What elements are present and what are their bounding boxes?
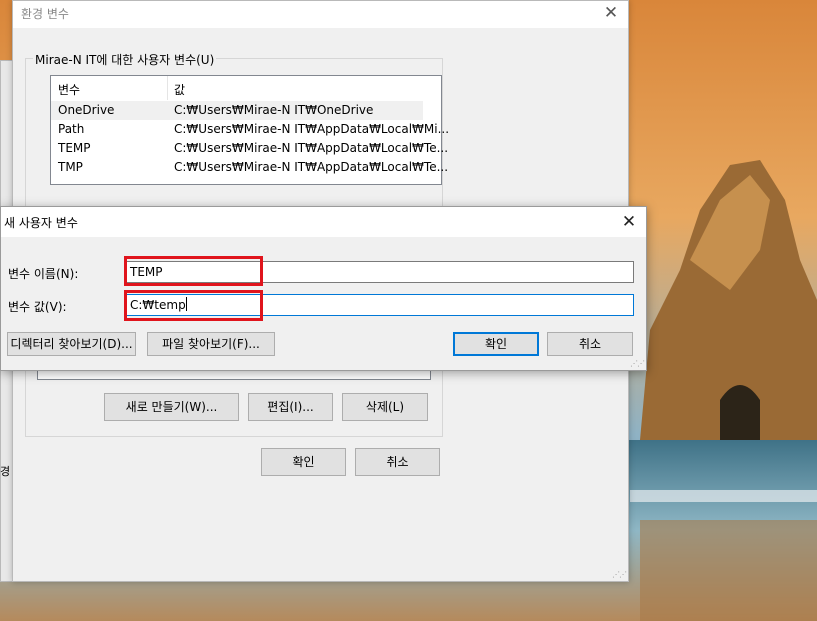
table-row[interactable]: TEMP C:₩Users₩Mirae-N IT₩AppData₩Local₩T…	[51, 139, 448, 158]
cancel-button[interactable]: 취소	[547, 332, 633, 356]
ok-button[interactable]: 확인	[261, 448, 346, 476]
value-highlight-box	[124, 290, 263, 321]
column-header-variable[interactable]: 변수	[58, 81, 80, 98]
title-bar: 새 사용자 변수 ✕	[1, 207, 646, 237]
window-title: 환경 변수	[21, 7, 69, 21]
name-highlight-box	[124, 256, 263, 286]
delete-variable-button[interactable]: 삭제(L)	[342, 393, 428, 421]
row-value: C:₩Users₩Mirae-N IT₩OneDrive	[174, 103, 374, 117]
background-window-edge-text: 경	[0, 465, 11, 478]
row-name: TMP	[58, 160, 83, 174]
resize-grip-icon[interactable]: ⋰⋰	[612, 570, 627, 579]
row-value: C:₩Users₩Mirae-N IT₩AppData₩Local₩Te...	[174, 141, 449, 155]
browse-file-button[interactable]: 파일 찾아보기(F)...	[147, 332, 275, 356]
new-user-variable-dialog: 새 사용자 변수 ✕ 변수 이름(N): TEMP 변수 값(V): C:₩te…	[0, 206, 647, 371]
browse-directory-button[interactable]: 디렉터리 찾아보기(D)...	[7, 332, 136, 356]
row-value: C:₩Users₩Mirae-N IT₩AppData₩Local₩Te...	[174, 160, 449, 174]
ok-button[interactable]: 확인	[453, 332, 539, 356]
resize-grip-icon[interactable]: ⋰⋰	[630, 359, 645, 368]
row-name: OneDrive	[58, 103, 115, 117]
row-value: C:₩Users₩Mirae-N IT₩AppData₩Local₩Mi...	[174, 122, 450, 136]
dialog-title: 새 사용자 변수	[4, 216, 78, 230]
table-row[interactable]: TMP C:₩Users₩Mirae-N IT₩AppData₩Local₩Te…	[51, 158, 448, 177]
variable-name-label: 변수 이름(N):	[8, 267, 79, 281]
variable-value-label: 변수 값(V):	[8, 300, 67, 314]
close-icon[interactable]: ✕	[618, 211, 640, 233]
column-divider	[167, 76, 168, 100]
close-icon[interactable]: ✕	[600, 2, 622, 24]
row-name: TEMP	[58, 141, 91, 155]
cancel-button[interactable]: 취소	[355, 448, 440, 476]
user-variables-group-label: Mirae-N IT에 대한 사용자 변수(U)	[33, 51, 217, 68]
column-header-value[interactable]: 값	[174, 81, 185, 98]
table-row[interactable]: OneDrive C:₩Users₩Mirae-N IT₩OneDrive	[51, 101, 423, 120]
table-row[interactable]: Path C:₩Users₩Mirae-N IT₩AppData₩Local₩M…	[51, 120, 449, 139]
table-header: 변수 값	[51, 76, 423, 100]
title-bar: 환경 변수 ✕	[13, 1, 628, 28]
new-variable-button[interactable]: 새로 만들기(W)...	[104, 393, 239, 421]
edit-variable-button[interactable]: 편집(I)...	[248, 393, 333, 421]
row-name: Path	[58, 122, 85, 136]
user-variables-table[interactable]: 변수 값 OneDrive C:₩Users₩Mirae-N IT₩OneDri…	[50, 75, 449, 185]
